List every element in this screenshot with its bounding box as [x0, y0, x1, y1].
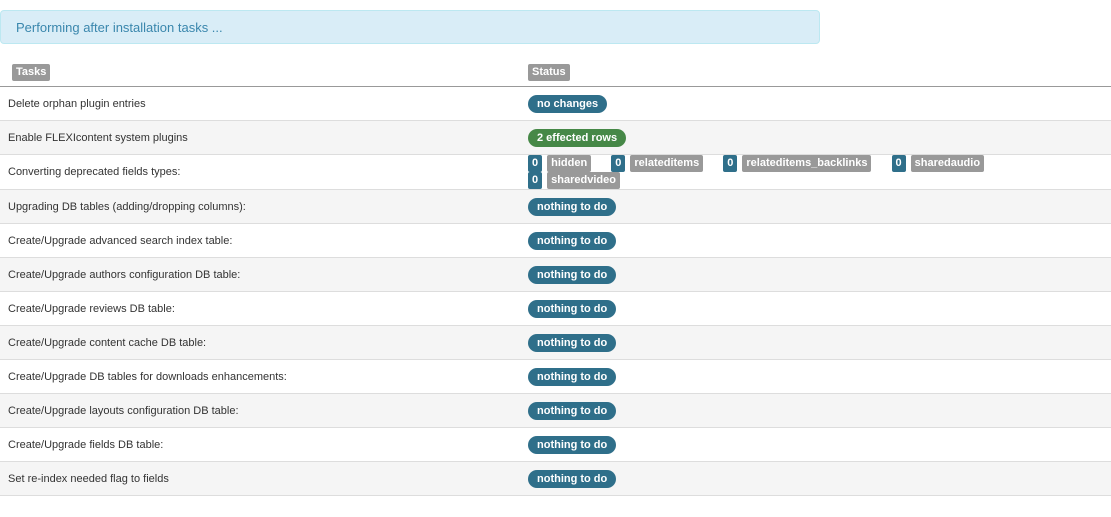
status-badge: nothing to do: [528, 469, 617, 488]
task-name: Create/Upgrade content cache DB table:: [0, 325, 528, 360]
task-status: nothing to do: [528, 257, 1111, 292]
field-count-label: 0: [891, 155, 906, 172]
table-row: Create/Upgrade advanced search index tab…: [0, 223, 1111, 258]
task-name: Delete orphan plugin entries: [0, 86, 528, 121]
table-row: Upgrading DB tables (adding/dropping col…: [0, 189, 1111, 224]
task-status: nothing to do: [528, 325, 1111, 360]
table-row: Create/Upgrade DB tables for downloads e…: [0, 359, 1111, 394]
field-type-label: sharedvideo: [547, 172, 620, 189]
field-type-label: relateditems_backlinks: [742, 155, 872, 172]
field-type-entry: 0 sharedaudio: [891, 155, 996, 172]
field-type-label: sharedaudio: [910, 155, 985, 172]
tasks-header-label: Tasks: [12, 63, 51, 81]
status-badge: 2 effected rows: [528, 128, 627, 147]
task-status: nothing to do: [528, 189, 1111, 224]
field-type-entry: 0 relateditems: [611, 155, 714, 172]
table-row: Create/Upgrade content cache DB table: n…: [0, 325, 1111, 360]
task-name: Upgrading DB tables (adding/dropping col…: [0, 189, 528, 224]
task-status: nothing to do: [528, 223, 1111, 258]
field-type-entry: 0 relateditems_backlinks: [723, 155, 882, 172]
task-name: Create/Upgrade DB tables for downloads e…: [0, 359, 528, 394]
task-status: 2 effected rows: [528, 120, 1111, 155]
task-name: Create/Upgrade fields DB table:: [0, 427, 528, 462]
tasks-column-header: Tasks: [0, 58, 528, 87]
task-status: nothing to do: [528, 359, 1111, 394]
installation-status-alert: Performing after installation tasks ...: [0, 10, 820, 44]
table-row: Converting deprecated fields types: 0 hid…: [0, 154, 1111, 190]
field-type-label: relateditems: [630, 155, 704, 172]
tasks-table: Tasks Status Delete orphan plugin entrie…: [0, 58, 1111, 496]
task-name: Create/Upgrade advanced search index tab…: [0, 223, 528, 258]
field-count-label: 0: [723, 155, 738, 172]
field-type-entry: 0 hidden: [528, 155, 602, 172]
task-name: Enable FLEXIcontent system plugins: [0, 120, 528, 155]
tasks-table-header-row: Tasks Status: [0, 58, 1111, 87]
status-badge: nothing to do: [528, 401, 617, 420]
task-name: Converting deprecated fields types:: [0, 154, 528, 190]
task-status: no changes: [528, 86, 1111, 121]
field-count-label: 0: [611, 155, 626, 172]
task-status: nothing to do: [528, 427, 1111, 462]
task-status: nothing to do: [528, 393, 1111, 428]
status-badge: nothing to do: [528, 367, 617, 386]
status-badge: nothing to do: [528, 231, 617, 250]
task-status: nothing to do: [528, 291, 1111, 326]
table-row: Create/Upgrade authors configuration DB …: [0, 257, 1111, 292]
table-row: Create/Upgrade layouts configuration DB …: [0, 393, 1111, 428]
task-name: Create/Upgrade authors configuration DB …: [0, 257, 528, 292]
field-type-label: hidden: [547, 155, 592, 172]
field-count-label: 0: [528, 155, 543, 172]
table-row: Create/Upgrade fields DB table: nothing …: [0, 427, 1111, 462]
task-name: Create/Upgrade layouts configuration DB …: [0, 393, 528, 428]
table-row: Delete orphan plugin entries no changes: [0, 86, 1111, 121]
status-badge: no changes: [528, 94, 608, 113]
status-column-header: Status: [528, 58, 1111, 87]
status-badge: nothing to do: [528, 265, 617, 284]
field-type-entry: 0 sharedvideo: [528, 172, 631, 189]
status-badge: nothing to do: [528, 435, 617, 454]
task-status: nothing to do: [528, 461, 1111, 496]
table-row: Create/Upgrade reviews DB table: nothing…: [0, 291, 1111, 326]
task-status: 0 hidden 0 relateditems 0 relateditems_back…: [528, 154, 1111, 190]
status-badge: nothing to do: [528, 333, 617, 352]
status-badge: nothing to do: [528, 197, 617, 216]
status-badge: nothing to do: [528, 299, 617, 318]
table-row: Enable FLEXIcontent system plugins 2 eff…: [0, 120, 1111, 155]
status-header-label: Status: [528, 63, 570, 81]
task-name: Set re-index needed flag to fields: [0, 461, 528, 496]
field-count-label: 0: [528, 172, 543, 189]
table-row: Set re-index needed flag to fields nothi…: [0, 461, 1111, 496]
task-name: Create/Upgrade reviews DB table:: [0, 291, 528, 326]
